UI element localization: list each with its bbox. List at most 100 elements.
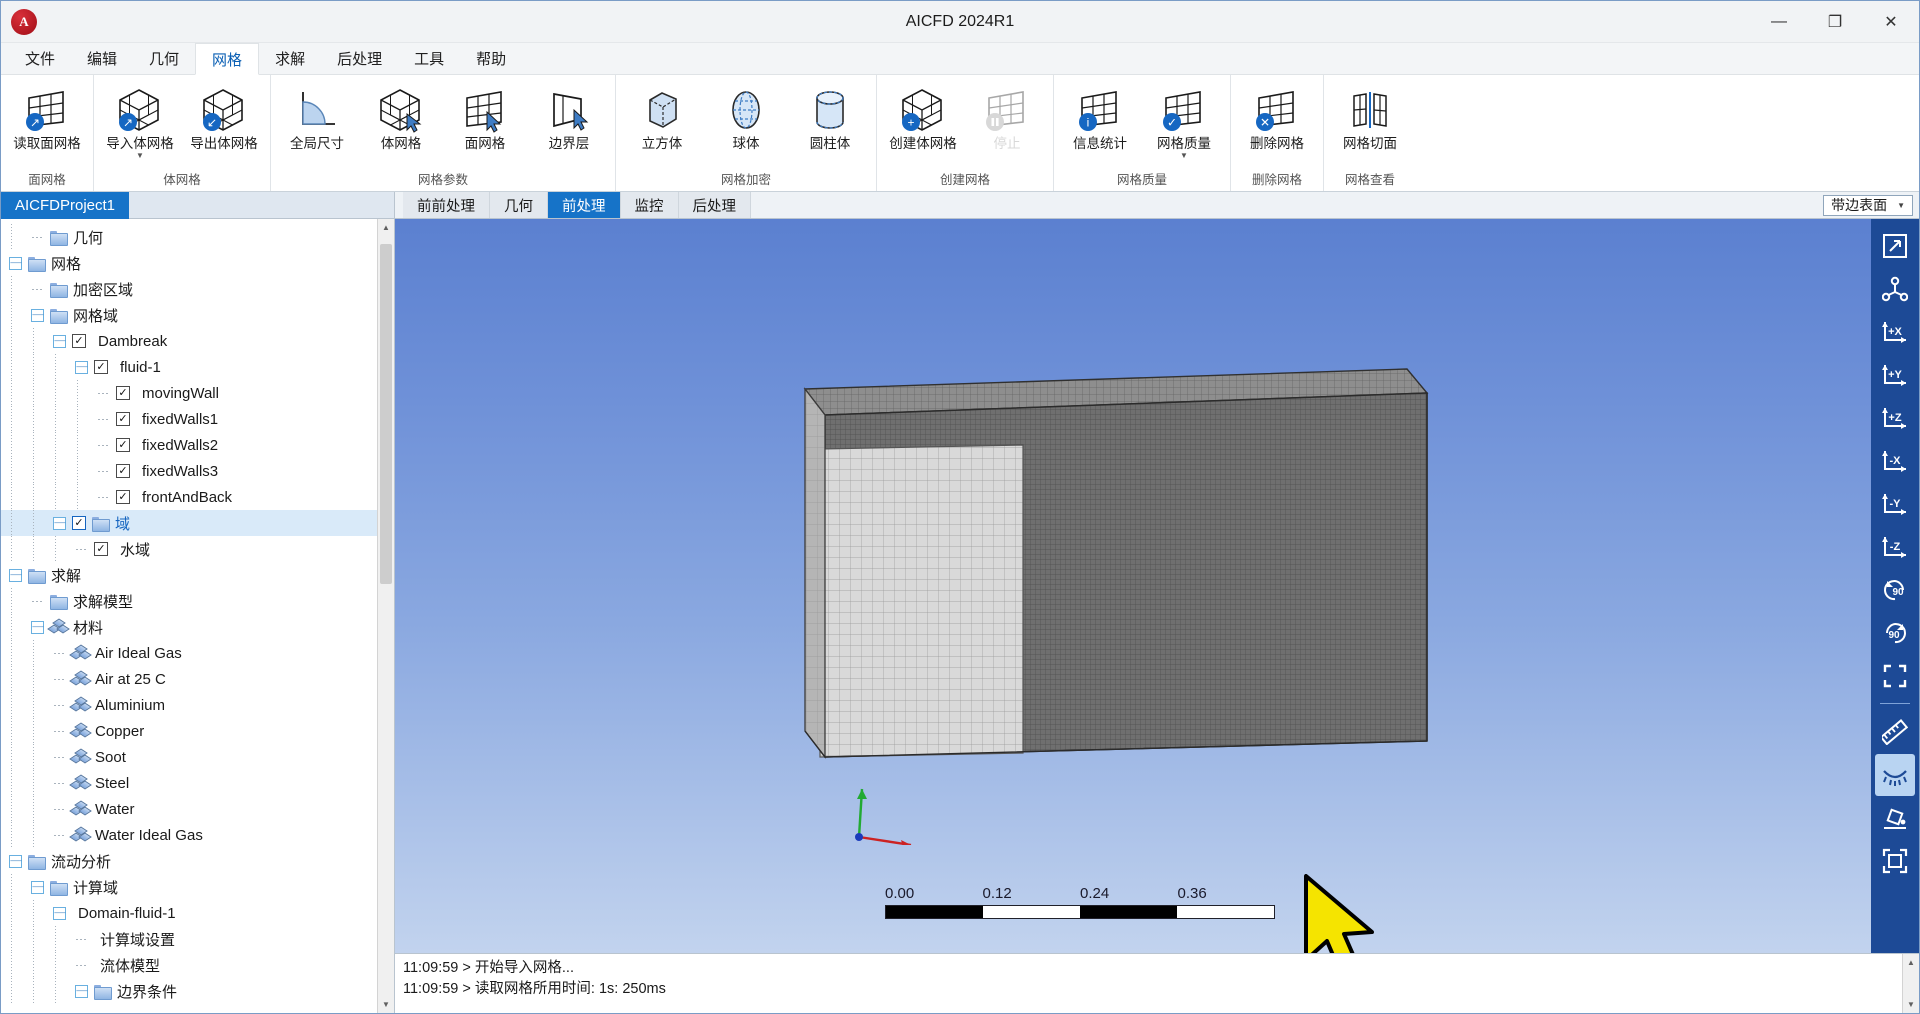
3d-viewport[interactable]: 0.00 0.12 0.24 0.36	[395, 219, 1871, 953]
view-tool-view-minus-y[interactable]: -Y	[1875, 483, 1915, 525]
ribbon-button-global-size[interactable]: 全局尺寸	[275, 79, 359, 151]
menu-item-4[interactable]: 求解	[259, 43, 321, 74]
ribbon-button-surface-mesh[interactable]: 面网格	[443, 79, 527, 151]
view-tool-view-plus-x[interactable]: +X	[1875, 311, 1915, 353]
tree-collapse-icon[interactable]	[31, 620, 44, 634]
menu-item-2[interactable]: 几何	[133, 43, 195, 74]
view-tab-3[interactable]: 监控	[620, 192, 679, 218]
tree-collapse-icon[interactable]	[9, 256, 22, 270]
ribbon-button-cylinder[interactable]: 圆柱体	[788, 79, 872, 151]
tree-node-checkbox[interactable]: ✓	[72, 516, 86, 530]
tree-node-22[interactable]: Water	[1, 796, 377, 822]
view-tab-1[interactable]: 几何	[490, 192, 548, 218]
view-tool-rotate-ccw-90[interactable]: 90	[1875, 569, 1915, 611]
menu-item-1[interactable]: 编辑	[71, 43, 133, 74]
tree-node-19[interactable]: Copper	[1, 718, 377, 744]
view-tool-view-plus-y[interactable]: +Y	[1875, 354, 1915, 396]
tree-node-checkbox[interactable]: ✓	[94, 542, 108, 556]
tree-node-23[interactable]: Water Ideal Gas	[1, 822, 377, 848]
tree-node-checkbox[interactable]: ✓	[94, 360, 108, 374]
close-button[interactable]: ✕	[1863, 1, 1919, 42]
log-scroll-down-icon[interactable]: ▼	[1903, 996, 1919, 1013]
tree-node-8[interactable]: ✓ fixedWalls2	[1, 432, 377, 458]
ribbon-button-export-volume-mesh[interactable]: ↙ 导出体网格	[182, 79, 266, 151]
ribbon-button-mesh-quality[interactable]: ✓ 网格质量 ▼	[1142, 79, 1226, 160]
maximize-button[interactable]: ❐	[1807, 1, 1863, 42]
view-tool-isometric-view[interactable]	[1875, 268, 1915, 310]
tree-node-0[interactable]: 几何	[1, 224, 377, 250]
tree-node-3[interactable]: 网格域	[1, 302, 377, 328]
tree-node-checkbox[interactable]: ✓	[116, 490, 130, 504]
ribbon-button-create-volume-mesh[interactable]: + 创建体网格	[881, 79, 965, 151]
tree-node-checkbox[interactable]: ✓	[116, 438, 130, 452]
view-tool-rotate-cw-90[interactable]: 90	[1875, 612, 1915, 654]
tree-collapse-icon[interactable]	[9, 854, 22, 868]
view-tool-fit-to-screen[interactable]	[1875, 655, 1915, 697]
tree-node-20[interactable]: Soot	[1, 744, 377, 770]
tree-node-1[interactable]: 网格	[1, 250, 377, 276]
view-tool-measure-ruler[interactable]	[1875, 711, 1915, 753]
scroll-track[interactable]	[378, 236, 394, 996]
tree-collapse-icon[interactable]	[75, 984, 88, 998]
ribbon-button-volume-mesh[interactable]: 体网格	[359, 79, 443, 151]
tree-node-checkbox[interactable]: ✓	[116, 386, 130, 400]
tree-node-7[interactable]: ✓ fixedWalls1	[1, 406, 377, 432]
view-tool-fill-color[interactable]	[1875, 797, 1915, 839]
log-scroll-track[interactable]	[1903, 971, 1919, 996]
tree-node-11[interactable]: ✓域	[1, 510, 377, 536]
view-tool-view-minus-x[interactable]: -X	[1875, 440, 1915, 482]
ribbon-button-delete-mesh[interactable]: ✕ 删除网格	[1235, 79, 1319, 151]
tree-node-2[interactable]: 加密区域	[1, 276, 377, 302]
tree-collapse-icon[interactable]	[31, 308, 44, 322]
chevron-down-icon[interactable]: ▼	[1180, 152, 1188, 160]
menu-item-5[interactable]: 后处理	[321, 43, 398, 74]
tree-collapse-icon[interactable]	[75, 360, 88, 374]
view-tool-hide-mesh[interactable]	[1875, 754, 1915, 796]
view-tab-2[interactable]: 前处理	[548, 192, 621, 218]
menu-item-0[interactable]: 文件	[9, 43, 71, 74]
tree-node-13[interactable]: 求解	[1, 562, 377, 588]
tree-node-5[interactable]: ✓ fluid-1	[1, 354, 377, 380]
chevron-down-icon[interactable]: ▼	[136, 152, 144, 160]
ribbon-button-boundary-layer[interactable]: 边界层	[527, 79, 611, 151]
view-tool-box-select[interactable]	[1875, 840, 1915, 882]
minimize-button[interactable]: —	[1751, 1, 1807, 42]
tree-node-16[interactable]: Air Ideal Gas	[1, 640, 377, 666]
tree-vertical-scrollbar[interactable]: ▲ ▼	[377, 219, 394, 1013]
tree-collapse-icon[interactable]	[53, 516, 66, 530]
view-tab-0[interactable]: 前前处理	[403, 192, 490, 218]
tree-node-24[interactable]: 流动分析	[1, 848, 377, 874]
tree-node-9[interactable]: ✓ fixedWalls3	[1, 458, 377, 484]
ribbon-button-mesh-info[interactable]: i 信息统计	[1058, 79, 1142, 151]
tree-node-4[interactable]: ✓ Dambreak	[1, 328, 377, 354]
ribbon-button-cube[interactable]: 立方体	[620, 79, 704, 151]
project-tab[interactable]: AICFDProject1	[1, 192, 130, 219]
view-tool-expand-view[interactable]	[1875, 225, 1915, 267]
tree-node-checkbox[interactable]: ✓	[72, 334, 86, 348]
display-mode-dropdown[interactable]: 带边表面 ▼	[1823, 194, 1913, 216]
tree-node-25[interactable]: 计算域	[1, 874, 377, 900]
ribbon-button-mesh-section[interactable]: 网格切面	[1328, 79, 1412, 151]
menu-item-7[interactable]: 帮助	[460, 43, 522, 74]
tree-node-12[interactable]: ✓ 水域	[1, 536, 377, 562]
tree-node-21[interactable]: Steel	[1, 770, 377, 796]
tree-collapse-icon[interactable]	[31, 880, 44, 894]
tree-node-29[interactable]: 边界条件	[1, 978, 377, 1004]
tree-collapse-icon[interactable]	[53, 334, 66, 348]
menu-item-3[interactable]: 网格	[195, 43, 260, 75]
tree-node-17[interactable]: Air at 25 C	[1, 666, 377, 692]
scroll-down-icon[interactable]: ▼	[378, 996, 394, 1013]
mesh-model[interactable]	[795, 359, 1435, 759]
tree-collapse-icon[interactable]	[9, 568, 22, 582]
view-tab-4[interactable]: 后处理	[678, 192, 751, 218]
tree-node-18[interactable]: Aluminium	[1, 692, 377, 718]
ribbon-button-read-surface-mesh[interactable]: ↗ 读取面网格	[5, 79, 89, 151]
ribbon-button-sphere[interactable]: 球体	[704, 79, 788, 151]
tree-node-14[interactable]: 求解模型	[1, 588, 377, 614]
tree-node-27[interactable]: 计算域设置	[1, 926, 377, 952]
scroll-thumb[interactable]	[380, 244, 392, 584]
tree-node-checkbox[interactable]: ✓	[116, 412, 130, 426]
tree-collapse-icon[interactable]	[53, 906, 66, 920]
view-tool-view-plus-z[interactable]: +Z	[1875, 397, 1915, 439]
log-vertical-scrollbar[interactable]: ▲ ▼	[1902, 954, 1919, 1013]
